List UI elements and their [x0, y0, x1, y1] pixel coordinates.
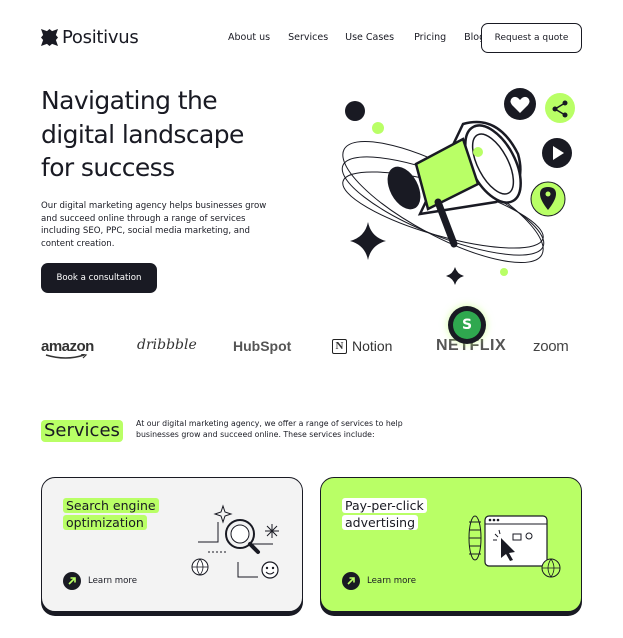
arrow-up-right-icon: [342, 572, 360, 590]
hero-description: Our digital marketing agency helps busin…: [41, 201, 267, 249]
magnifier-icon: [225, 519, 260, 554]
play-icon: [542, 138, 572, 168]
location-pin-icon: [530, 181, 566, 217]
service-card-title: Pay-per-click advertising: [342, 498, 427, 531]
learn-more-label: Learn more: [88, 576, 138, 586]
share-icon: [545, 93, 575, 123]
globe-icon: [541, 558, 561, 578]
globe-icon: [191, 558, 209, 576]
book-consultation-button[interactable]: Book a consultation: [41, 263, 157, 293]
service-card-seo[interactable]: Search engine optimization Learn more: [41, 477, 303, 612]
request-quote-button[interactable]: Request a quote: [481, 23, 582, 53]
nav-services[interactable]: Services: [288, 32, 328, 43]
services-heading: Services: [41, 420, 123, 442]
green-dot-icon: [372, 122, 384, 134]
nav-about-us[interactable]: About us: [228, 32, 270, 43]
service-card-title: Search engine optimization: [63, 498, 159, 531]
card-title-line-2: advertising: [342, 514, 419, 530]
smiley-icon: [261, 561, 279, 579]
arrow-up-right-icon: [63, 572, 81, 590]
hero-title: Navigating the digital landscape for suc…: [41, 84, 301, 185]
heart-icon: [504, 88, 536, 120]
zoom-logo: zoom: [533, 338, 569, 355]
hero-title-line-3: for success: [41, 153, 175, 182]
card-title-line-1: Search engine: [63, 498, 159, 513]
megaphone-illustration: [341, 88, 575, 285]
card-title-line-1: Pay-per-click: [342, 498, 427, 513]
learn-more-label: Learn more: [367, 576, 417, 586]
seo-illustration: [191, 504, 279, 579]
amazon-logo: amazon: [41, 338, 94, 355]
ppc-illustration: [468, 515, 561, 578]
learn-more-link[interactable]: Learn more: [342, 572, 416, 590]
nav-use-cases[interactable]: Use Cases: [345, 32, 394, 43]
learn-more-link[interactable]: Learn more: [63, 572, 137, 590]
site-header: Positivus About us Services Use Cases Pr…: [0, 0, 623, 76]
notion-logo: N Notion: [332, 338, 392, 354]
dribbble-logo: dribbble: [137, 337, 197, 353]
nav-pricing[interactable]: Pricing: [414, 32, 446, 43]
hubspot-logo: HubSpot: [233, 338, 292, 354]
floating-avatar[interactable]: S: [448, 306, 486, 344]
card-title-line-2: optimization: [63, 514, 147, 530]
service-card-ppc[interactable]: Pay-per-click advertising Learn more: [320, 477, 582, 612]
main-nav: About us Services Use Cases Pricing Blog: [228, 32, 485, 43]
positivus-logo-icon: [41, 29, 58, 46]
brand-name: Positivus: [62, 27, 139, 48]
notion-mark-icon: N: [332, 338, 347, 354]
notion-wordmark: Notion: [352, 338, 393, 354]
megaphone-icon: [387, 120, 522, 248]
brand-logo[interactable]: Positivus: [41, 27, 139, 48]
hero-title-line-2: digital landscape: [41, 119, 244, 149]
client-logos: amazon dribbble HubSpot N Notion NETFLIX…: [0, 332, 623, 364]
sparkle-star-icon: [350, 222, 386, 260]
services-description: At our digital marketing agency, we offe…: [136, 419, 403, 439]
black-dot-icon: [345, 101, 365, 121]
amazon-smile-icon: [45, 354, 88, 359]
hero-title-line-1: Navigating the: [41, 86, 218, 115]
avatar-letter: S: [453, 311, 481, 339]
